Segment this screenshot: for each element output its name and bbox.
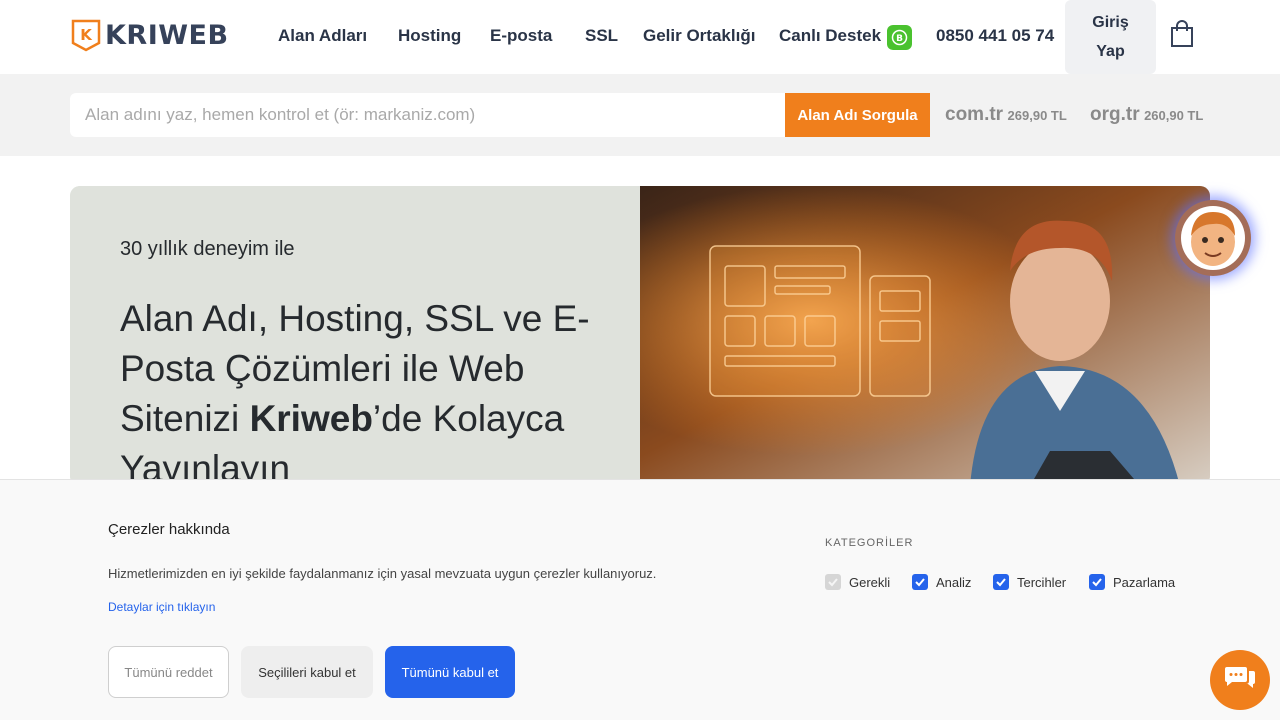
category-label: Gerekli	[849, 574, 891, 590]
cookie-description: Hizmetlerimizden en iyi şekilde faydalan…	[108, 566, 657, 581]
hero-text-panel: 30 yıllık deneyim ile Alan Adı, Hosting,…	[70, 186, 640, 486]
nav-ssl[interactable]: SSL	[585, 26, 618, 46]
hero-banner: 30 yıllık deneyim ile Alan Adı, Hosting,…	[70, 186, 1210, 486]
svg-text:B: B	[896, 34, 903, 44]
checkbox-checked-icon[interactable]	[1089, 574, 1105, 590]
logo-shield-icon: K	[71, 19, 101, 52]
hero-title-brand: Kriweb	[249, 398, 373, 439]
category-label: Analiz	[936, 574, 972, 590]
cookie-title: Çerezler hakkında	[108, 521, 230, 538]
top-navbar: K KRIWEB Alan Adları Hosting E-posta SSL…	[0, 0, 1280, 74]
cookie-consent-banner: Çerezler hakkında Hizmetlerimizden en iy…	[0, 479, 1280, 720]
hero-image	[640, 186, 1210, 486]
live-chat-button[interactable]	[1210, 650, 1270, 710]
checkbox-checked-icon[interactable]	[912, 574, 928, 590]
accept-selected-button[interactable]: Seçilileri kabul et	[241, 646, 373, 698]
category-label: Pazarlama	[1113, 574, 1176, 590]
phone-number[interactable]: 0850 441 05 74	[936, 26, 1054, 46]
logo[interactable]: K KRIWEB	[70, 19, 229, 52]
cookie-category-tercihler[interactable]: Tercihler	[993, 574, 1066, 590]
live-support-link[interactable]: Canlı Destek	[779, 26, 881, 46]
login-button[interactable]: Giriş Yap	[1065, 0, 1156, 74]
accept-all-button[interactable]: Tümünü kabul et	[385, 646, 515, 698]
nav-gelir-ortakligi[interactable]: Gelir Ortaklığı	[643, 26, 755, 46]
hero-title: Alan Adı, Hosting, SSL ve E-Posta Çözüml…	[120, 294, 620, 486]
category-label: Tercihler	[1017, 574, 1067, 590]
login-label-line2: Yap	[1096, 43, 1125, 60]
cookie-category-gerekli: Gerekli	[825, 574, 890, 590]
domain-search-input[interactable]	[70, 93, 786, 137]
login-label-line1: Giriş	[1092, 14, 1129, 31]
tld-price-orgtr[interactable]: org.tr 260,90 TL	[1090, 104, 1203, 126]
tld-name: com.tr	[945, 104, 1004, 125]
hero-kicker: 30 yıllık deneyim ile	[120, 238, 295, 260]
cookie-category-pazarlama[interactable]: Pazarlama	[1089, 574, 1175, 590]
svg-text:K: K	[80, 26, 93, 44]
tld-price: 269,90 TL	[1007, 108, 1067, 123]
hero-photo-illustration	[640, 186, 1210, 486]
nav-alan-adlari[interactable]: Alan Adları	[278, 26, 367, 46]
tld-name: org.tr	[1090, 104, 1140, 125]
tld-price: 260,90 TL	[1144, 108, 1204, 123]
chat-icon	[1225, 667, 1255, 688]
shopping-bag-icon[interactable]	[1170, 20, 1194, 48]
reject-all-button[interactable]: Tümünü reddet	[108, 646, 229, 698]
domain-search-band: Alan Adı Sorgula com.tr 269,90 TL org.tr…	[0, 74, 1280, 156]
logo-text: KRIWEB	[105, 20, 229, 51]
tld-price-comtr[interactable]: com.tr 269,90 TL	[945, 104, 1067, 126]
checkbox-checked-icon	[825, 574, 841, 590]
mascot-face-icon	[1181, 206, 1245, 270]
cookie-details-link[interactable]: Detaylar için tıklayın	[108, 600, 215, 614]
checkbox-checked-icon[interactable]	[993, 574, 1009, 590]
cookie-category-analiz[interactable]: Analiz	[912, 574, 971, 590]
assistant-mascot-avatar[interactable]	[1175, 200, 1251, 276]
domain-search-button[interactable]: Alan Adı Sorgula	[785, 93, 930, 137]
nav-hosting[interactable]: Hosting	[398, 26, 461, 46]
whatsapp-icon[interactable]: B	[887, 25, 912, 50]
nav-e-posta[interactable]: E-posta	[490, 26, 552, 46]
cookie-categories-title: KATEGORİLER	[825, 537, 914, 549]
